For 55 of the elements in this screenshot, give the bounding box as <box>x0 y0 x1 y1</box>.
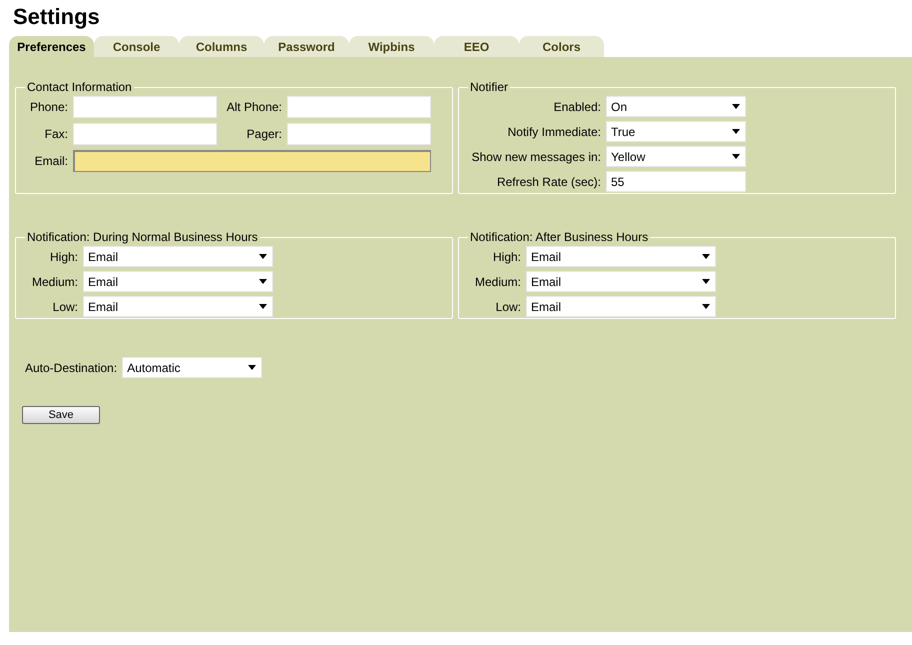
save-button[interactable]: Save <box>22 406 100 424</box>
field-label: Low: <box>494 300 521 314</box>
caret-icon <box>702 304 710 309</box>
dropdown[interactable]: True <box>606 121 746 142</box>
caret-icon <box>732 104 740 109</box>
field-label: Phone: <box>28 100 68 114</box>
caret-icon <box>732 154 740 159</box>
caret-icon <box>259 279 267 284</box>
page-title: Settings <box>12 3 101 31</box>
field-label: High: <box>48 250 78 264</box>
field-label: Show new messages in: <box>470 150 601 164</box>
tab[interactable]: Password <box>264 36 349 57</box>
tab[interactable]: Colors <box>519 36 604 57</box>
field-label: Low: <box>52 300 78 314</box>
dropdown[interactable]: Email <box>83 246 273 267</box>
field-label: Medium: <box>474 274 521 288</box>
field-label: Medium: <box>30 274 78 288</box>
field-label: Fax: <box>44 127 68 141</box>
group-legend: Contact Information <box>25 80 134 94</box>
dropdown[interactable]: Email <box>526 271 716 292</box>
tab[interactable]: Wipbins <box>349 36 434 57</box>
tab[interactable]: Preferences <box>9 36 94 57</box>
field-label: Pager: <box>246 127 282 141</box>
text-field[interactable] <box>287 123 431 145</box>
group-legend: Notification: After Business Hours <box>468 230 650 244</box>
field-label: High: <box>492 250 521 264</box>
dropdown[interactable]: Email <box>83 296 273 317</box>
caret-icon <box>732 129 740 134</box>
tab[interactable]: Columns <box>179 36 264 57</box>
field-label: Notify Immediate: <box>506 124 601 138</box>
tab[interactable]: EEO <box>434 36 519 57</box>
caret-icon <box>702 279 710 284</box>
caret-icon <box>248 365 256 370</box>
field-label: Enabled: <box>552 100 601 114</box>
text-field[interactable] <box>73 123 217 145</box>
group-legend: Notifier <box>468 80 510 94</box>
text-field[interactable]: 55 <box>606 171 746 192</box>
text-field[interactable] <box>73 96 217 118</box>
dropdown[interactable]: Automatic <box>122 357 262 378</box>
field-label: Refresh Rate (sec): <box>496 174 601 188</box>
field-label: Auto-Destination: <box>25 360 118 374</box>
text-field[interactable] <box>287 96 431 118</box>
dropdown[interactable]: Email <box>526 246 716 267</box>
group-legend: Notification: During Normal Business Hours <box>25 230 260 244</box>
caret-icon <box>259 304 267 309</box>
tab[interactable]: Console <box>94 36 179 57</box>
field-label: Alt Phone: <box>226 100 282 114</box>
email-field[interactable] <box>73 150 431 172</box>
dropdown[interactable]: Email <box>83 271 273 292</box>
dropdown[interactable]: Email <box>526 296 716 317</box>
field-label: Email: <box>34 154 68 168</box>
dropdown[interactable]: On <box>606 96 746 117</box>
caret-icon <box>702 254 710 259</box>
dropdown[interactable]: Yellow <box>606 146 746 167</box>
caret-icon <box>259 254 267 259</box>
